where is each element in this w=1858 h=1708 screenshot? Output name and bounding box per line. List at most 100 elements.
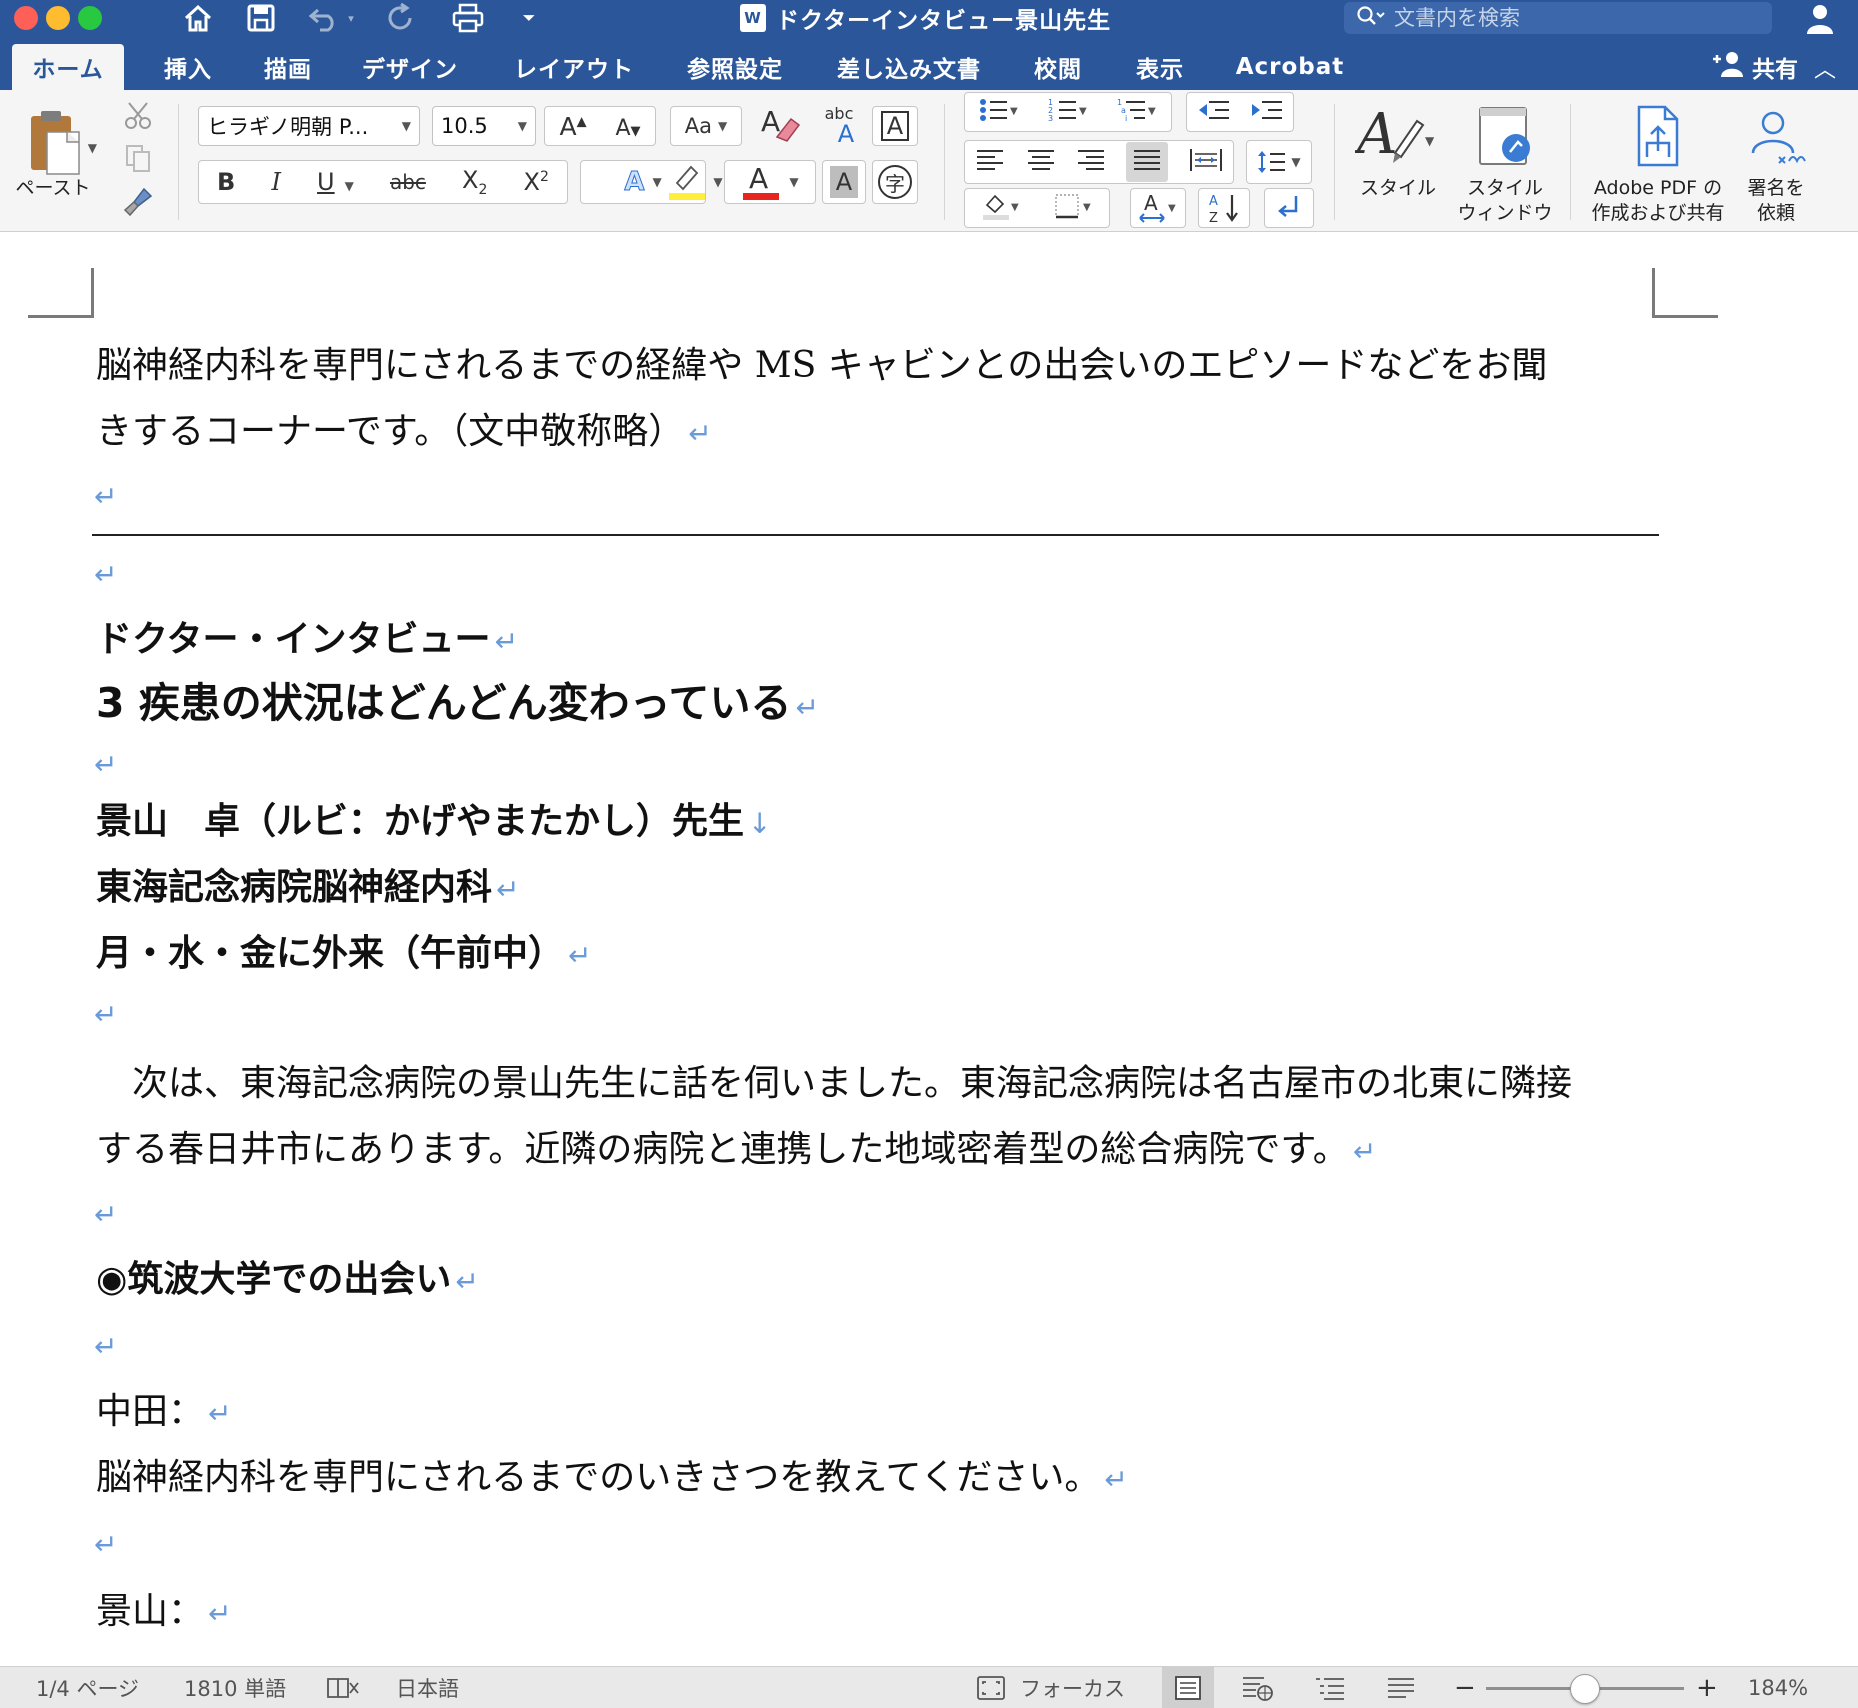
bold-button[interactable]: B	[217, 168, 235, 196]
print-layout-view-icon[interactable]	[1162, 1667, 1214, 1708]
tab-mailings[interactable]: 差し込み文書	[830, 44, 988, 90]
shading-icon[interactable]: ▼	[981, 191, 1021, 225]
search-box[interactable]	[1344, 2, 1772, 34]
proofing-icon[interactable]	[326, 1667, 360, 1708]
outline-view-icon[interactable]	[1314, 1667, 1346, 1708]
cut-icon[interactable]	[118, 98, 158, 134]
speaker-label[interactable]: 中田： ↵	[96, 1390, 231, 1436]
speaker-label[interactable]: 景山： ↵	[96, 1590, 231, 1636]
body-text-line[interactable]: 脳神経内科を専門にされるまでの経緯や MS キャビンとの出会いのエピソードなどを…	[96, 344, 1547, 388]
tab-review[interactable]: 校閲	[1022, 44, 1094, 90]
paragraph-mark-icon: ↵	[455, 1265, 479, 1298]
italic-button[interactable]: I	[271, 168, 280, 196]
font-name-select[interactable]: ヒラギノ明朝 P... ▼	[198, 106, 420, 146]
tab-acrobat[interactable]: Acrobat	[1232, 44, 1348, 90]
zoom-window-button[interactable]	[78, 6, 102, 30]
collapse-ribbon-icon[interactable]: ︿	[1814, 52, 1836, 84]
section-heading[interactable]: ◉筑波大学での出会い ↵	[96, 1258, 479, 1304]
font-size-select[interactable]: 10.5 ▼	[432, 106, 536, 146]
highlight-button[interactable]: ▼	[660, 160, 730, 204]
decrease-indent-icon[interactable]	[1197, 97, 1231, 127]
copy-icon[interactable]	[118, 140, 158, 176]
styles-button[interactable]: A ▼	[1352, 100, 1438, 170]
body-text-line[interactable]: する春日井市にあります。近隣の病院と連携した地域密着型の総合病院です。 ↵	[96, 1128, 1376, 1174]
share-button[interactable]: 共有	[1710, 44, 1798, 90]
distributed-icon[interactable]	[1189, 147, 1223, 177]
create-pdf-button[interactable]	[1624, 102, 1692, 172]
tab-view[interactable]: 表示	[1124, 44, 1196, 90]
multilevel-list-icon[interactable]: 1 a i ▼	[1117, 97, 1157, 127]
character-shading-button[interactable]: A	[822, 160, 866, 204]
document-canvas[interactable]: 脳神経内科を専門にされるまでの経緯や MS キャビンとの出会いのエピソードなどを…	[0, 232, 1858, 1666]
paragraph-mark-icon: ↵	[688, 417, 712, 450]
minimize-window-button[interactable]	[46, 6, 70, 30]
chevron-down-icon: ▼	[517, 119, 527, 133]
tab-draw[interactable]: 描画	[252, 44, 324, 90]
body-text-line[interactable]: きするコーナーです。（文中敬称略） ↵	[96, 410, 712, 456]
character-spacing-button[interactable]: A ▼	[1130, 188, 1186, 228]
tab-insert[interactable]: 挿入	[152, 44, 224, 90]
request-signature-button[interactable]	[1740, 102, 1812, 172]
undo-icon[interactable]	[306, 0, 342, 36]
save-icon[interactable]	[244, 0, 278, 36]
paragraph-marks-button[interactable]	[1264, 188, 1314, 228]
tab-layout[interactable]: レイアウト	[508, 44, 640, 90]
zoom-slider-thumb[interactable]	[1570, 1674, 1600, 1704]
customize-toolbar-icon[interactable]: ⏷	[518, 0, 540, 36]
hospital-name[interactable]: 東海記念病院脳神経内科 ↵	[96, 866, 519, 912]
word-count[interactable]: 1810 単語	[184, 1667, 286, 1708]
strikethrough-button[interactable]: abc	[390, 170, 426, 194]
paste-dropdown-icon[interactable]: ▼	[88, 141, 97, 155]
web-layout-view-icon[interactable]	[1240, 1667, 1274, 1708]
redo-icon[interactable]	[384, 0, 418, 36]
format-painter-icon[interactable]	[118, 182, 158, 222]
paragraph-mark-icon: ↵	[568, 939, 592, 972]
change-case-button[interactable]: Aa ▼	[670, 106, 742, 146]
article-heading[interactable]: 3 疾患の状況はどんどん変わっている ↵	[96, 678, 819, 733]
account-icon[interactable]	[1800, 0, 1840, 36]
tab-home[interactable]: ホーム	[12, 44, 124, 90]
clear-formatting-icon[interactable]: A	[756, 102, 806, 148]
numbering-icon[interactable]: 1 2 3 ▼	[1048, 97, 1088, 127]
zoom-out-button[interactable]: −	[1454, 1667, 1476, 1708]
tab-design[interactable]: デザイン	[354, 44, 466, 90]
search-input[interactable]	[1394, 6, 1714, 30]
zoom-level[interactable]: 184%	[1748, 1667, 1808, 1708]
tab-references[interactable]: 参照設定	[678, 44, 792, 90]
interview-label[interactable]: ドクター・インタビュー ↵	[96, 618, 518, 664]
doctor-name[interactable]: 景山 卓（ルビ：かげやまたかし）先生 ↓	[96, 800, 771, 846]
character-border-button[interactable]: A	[872, 106, 918, 146]
align-left-icon[interactable]	[975, 148, 1005, 176]
sort-button[interactable]: AZ	[1198, 188, 1250, 228]
font-color-button[interactable]: A ▼	[724, 160, 816, 204]
body-text-line[interactable]: 次は、東海記念病院の景山先生に話を伺いました。東海記念病院は名古屋市の北東に隣接	[96, 1062, 1572, 1106]
page-count[interactable]: 1/4 ページ	[36, 1667, 139, 1708]
zoom-in-button[interactable]: +	[1696, 1667, 1718, 1708]
shrink-font-button[interactable]: A▼	[615, 112, 640, 141]
line-spacing-button[interactable]: ▼	[1246, 140, 1312, 184]
styles-pane-button[interactable]	[1466, 102, 1546, 172]
superscript-button[interactable]: X2	[524, 168, 549, 196]
borders-icon[interactable]: ▼	[1053, 191, 1093, 225]
question-text[interactable]: 脳神経内科を専門にされるまでのいきさつを教えてください。 ↵	[96, 1456, 1128, 1502]
align-center-icon[interactable]	[1026, 148, 1056, 176]
underline-button[interactable]: U ▼	[317, 168, 354, 196]
increase-indent-icon[interactable]	[1250, 97, 1284, 127]
focus-button[interactable]: フォーカス	[976, 1667, 1125, 1708]
enclose-characters-button[interactable]: 字	[872, 160, 918, 204]
home-icon[interactable]	[180, 0, 216, 36]
grow-font-button[interactable]: A▲	[559, 112, 586, 141]
bullets-icon[interactable]: ▼	[979, 97, 1019, 127]
paste-button[interactable]: ▼	[12, 100, 98, 186]
clinic-schedule[interactable]: 月・水・金に外来（午前中） ↵	[96, 932, 591, 978]
language-label[interactable]: 日本語	[396, 1667, 459, 1708]
line-break-icon: ↓	[748, 807, 772, 840]
draft-view-icon[interactable]	[1386, 1667, 1416, 1708]
phonetic-guide-button[interactable]: abc A	[814, 98, 864, 150]
subscript-button[interactable]: X2	[462, 166, 487, 198]
close-window-button[interactable]	[14, 6, 38, 30]
justify-icon[interactable]	[1126, 142, 1169, 182]
print-icon[interactable]	[450, 0, 486, 36]
undo-dropdown-icon[interactable]: ▾	[344, 0, 358, 36]
align-right-icon[interactable]	[1076, 148, 1106, 176]
